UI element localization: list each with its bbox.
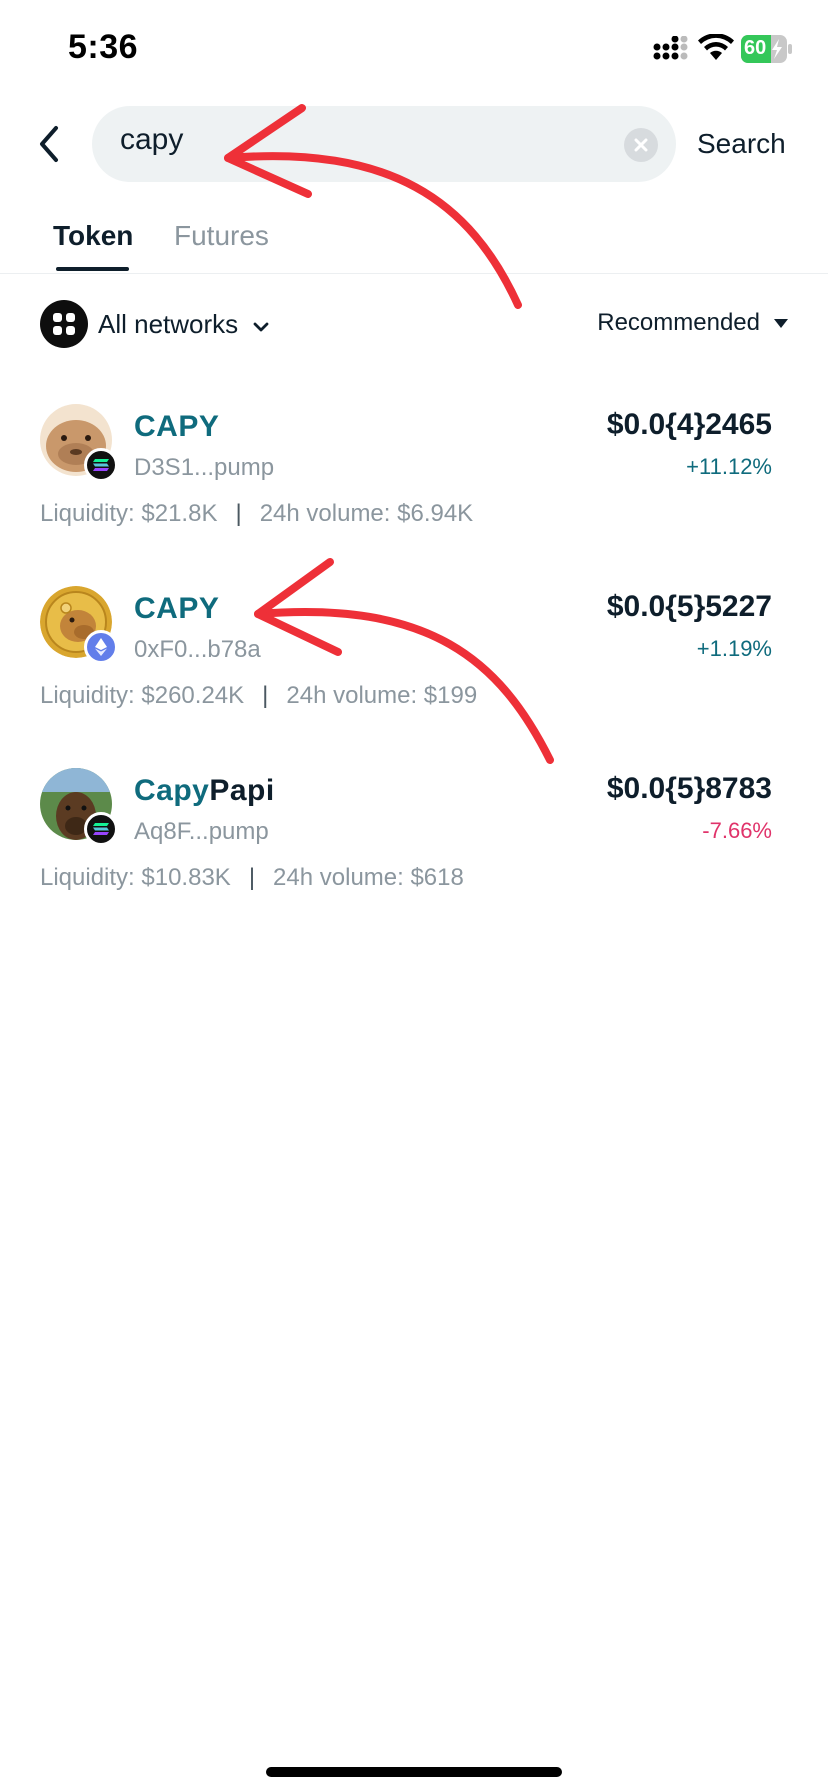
- status-bar: 5:36 60: [0, 0, 828, 100]
- ethereum-icon: [84, 630, 118, 664]
- token-liquidity: Liquidity: $21.8K: [40, 500, 218, 527]
- sort-selector-label: Recommended: [597, 309, 760, 336]
- token-liquidity: Liquidity: $10.83K: [40, 864, 231, 891]
- network-selector[interactable]: All networks: [40, 300, 270, 348]
- token-name: CapyPapi: [134, 774, 275, 808]
- close-icon: [634, 138, 648, 152]
- token-change: +11.12%: [686, 454, 772, 479]
- search-input-value[interactable]: capy: [120, 123, 183, 157]
- token-row[interactable]: CAPY 0xF0...b78a $0.0{5}5227 +1.19% Liqu…: [0, 586, 828, 746]
- token-name: CAPY: [134, 592, 219, 626]
- token-row[interactable]: CapyPapi Aq8F...pump $0.0{5}8783 -7.66% …: [0, 768, 828, 928]
- token-name-accent: CAPY: [134, 592, 220, 625]
- token-change: -7.66%: [702, 818, 772, 843]
- solana-icon: [84, 448, 118, 482]
- stats-separator: |: [262, 682, 269, 709]
- clear-search-button[interactable]: [624, 128, 658, 162]
- back-button[interactable]: [26, 120, 70, 168]
- token-address: Aq8F...pump: [134, 818, 269, 845]
- token-name: CAPY: [134, 410, 219, 444]
- search-button[interactable]: Search: [697, 128, 786, 160]
- caret-down-icon: [774, 318, 788, 328]
- token-price: $0.0{5}5227: [606, 590, 772, 623]
- stats-separator: |: [235, 500, 242, 527]
- wifi-icon: [698, 34, 734, 60]
- search-input[interactable]: capy: [92, 106, 676, 182]
- status-time: 5:36: [68, 28, 139, 66]
- token-name-accent: CAPY: [134, 410, 220, 443]
- token-volume: 24h volume: $199: [286, 682, 478, 709]
- token-row[interactable]: CAPY D3S1...pump $0.0{4}2465 +11.12% Liq…: [0, 404, 828, 564]
- tab-futures[interactable]: Futures: [174, 220, 269, 252]
- search-bar-row: capy Search: [0, 104, 828, 184]
- filter-row: All networks Recommended: [0, 296, 828, 352]
- token-stats: Liquidity: $10.83K | 24h volume: $618: [40, 864, 464, 892]
- token-address: 0xF0...b78a: [134, 636, 261, 663]
- chevron-down-icon: [253, 322, 269, 332]
- all-networks-icon: [40, 300, 88, 348]
- tab-bar: Token Futures: [0, 210, 828, 274]
- solana-icon: [84, 812, 118, 846]
- token-liquidity: Liquidity: $260.24K: [40, 682, 245, 709]
- sort-selector[interactable]: Recommended: [597, 309, 788, 337]
- token-price: $0.0{5}8783: [606, 772, 772, 805]
- token-volume: 24h volume: $6.94K: [259, 500, 474, 527]
- token-name-accent: Capy: [134, 774, 210, 807]
- token-change: +1.19%: [696, 636, 772, 661]
- chevron-left-icon: [40, 126, 58, 162]
- battery-level: 60: [744, 37, 767, 59]
- network-selector-label: All networks: [98, 308, 239, 339]
- token-volume: 24h volume: $618: [273, 864, 464, 891]
- token-stats: Liquidity: $260.24K | 24h volume: $199: [40, 682, 477, 710]
- token-price: $0.0{4}2465: [606, 408, 772, 441]
- battery-icon: 60: [741, 35, 793, 63]
- token-stats: Liquidity: $21.8K | 24h volume: $6.94K: [40, 500, 473, 528]
- token-name-rest: Papi: [209, 774, 275, 807]
- home-indicator[interactable]: [266, 1767, 562, 1777]
- stats-separator: |: [248, 864, 256, 891]
- token-address: D3S1...pump: [134, 454, 275, 481]
- cellular-signal-icon: [653, 36, 688, 60]
- tab-token[interactable]: Token: [53, 220, 133, 252]
- active-tab-indicator: [56, 267, 129, 271]
